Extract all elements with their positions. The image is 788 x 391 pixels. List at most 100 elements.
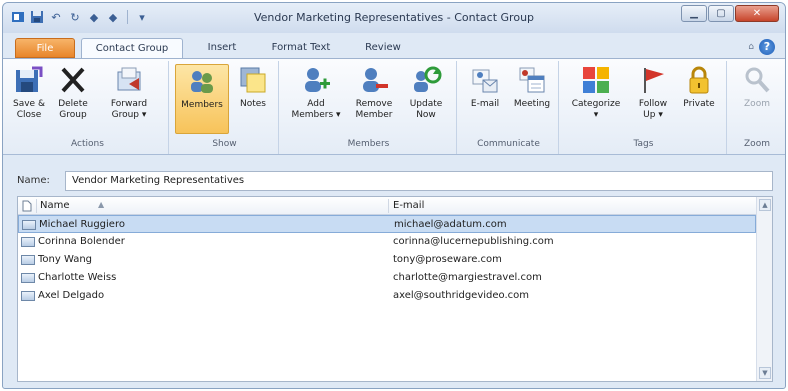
tab-contact-group[interactable]: Contact Group <box>81 38 183 58</box>
update-now-button[interactable]: Update Now <box>403 64 449 121</box>
table-row[interactable]: Axel Delgado axel@southridgevideo.com <box>18 287 756 305</box>
header-divider <box>36 199 37 213</box>
contact-icon <box>21 237 35 247</box>
update-now-label-1: Update <box>409 99 443 109</box>
delete-group-label-2: Group <box>59 110 87 120</box>
meeting-button[interactable]: Meeting <box>509 64 555 110</box>
categorize-icon <box>580 64 612 96</box>
meeting-icon <box>516 64 548 96</box>
contact-icon <box>21 255 35 265</box>
table-row[interactable]: Michael Ruggiero michael@adatum.com <box>18 215 756 233</box>
name-label: Name: <box>17 175 50 186</box>
name-column-header[interactable]: Name <box>40 200 70 211</box>
page-icon[interactable] <box>22 200 32 215</box>
categorize-label-1: Categorize <box>571 99 621 109</box>
email-column-header[interactable]: E-mail <box>393 200 424 211</box>
add-member-icon <box>300 64 332 96</box>
tab-format-text[interactable]: Format Text <box>261 38 341 58</box>
minimize-ribbon-icon[interactable]: ⌂ <box>748 42 754 52</box>
help-icon[interactable]: ? <box>759 39 775 55</box>
group-members: Add Members ▾ Remove Member Update Now M… <box>281 61 457 154</box>
tab-insert[interactable]: Insert <box>197 38 247 58</box>
email-icon <box>469 64 501 96</box>
remove-member-label-1: Remove <box>355 99 393 109</box>
save-close-label-2: Close <box>16 110 42 120</box>
add-members-label-2: Members ▾ <box>291 110 341 120</box>
close-button[interactable]: ✕ <box>735 5 779 22</box>
notes-label: Notes <box>240 99 266 109</box>
tab-file[interactable]: File <box>15 38 75 58</box>
member-name: Tony Wang <box>38 254 93 265</box>
group-label-members: Members <box>347 139 390 149</box>
forward-group-button[interactable]: Forward Group ▾ <box>101 64 157 121</box>
categorize-button[interactable]: Categorize ▾ <box>565 64 627 121</box>
vertical-scrollbar[interactable]: ▲ ▼ <box>756 197 772 381</box>
member-name: Michael Ruggiero <box>39 219 125 230</box>
private-button[interactable]: Private <box>677 64 721 110</box>
member-name: Charlotte Weiss <box>38 272 117 283</box>
add-members-button[interactable]: Add Members ▾ <box>287 64 345 121</box>
sort-ascending-icon: ▲ <box>98 200 105 209</box>
minimize-button[interactable]: ▁ <box>681 5 707 22</box>
flag-icon <box>637 64 669 96</box>
contact-icon <box>22 220 36 230</box>
window-controls: ▁ ▢ ✕ <box>681 5 779 22</box>
table-row[interactable]: Charlotte Weiss charlotte@margiestravel.… <box>18 269 756 287</box>
save-close-label-1: Save & <box>13 99 45 109</box>
remove-member-icon <box>358 64 390 96</box>
contact-icon <box>21 291 35 301</box>
list-rows: Michael Ruggiero michael@adatum.com Cori… <box>18 215 756 305</box>
delete-group-button[interactable]: Delete Group <box>53 64 93 121</box>
window-title: Vendor Marketing Representatives - Conta… <box>253 11 535 24</box>
maximize-button[interactable]: ▢ <box>708 5 734 22</box>
forward-group-label-2: Group ▾ <box>111 110 147 120</box>
group-label-tags: Tags <box>633 139 654 149</box>
follow-up-label-2: Up ▾ <box>643 110 663 120</box>
member-email: tony@proseware.com <box>393 254 502 265</box>
member-email: michael@adatum.com <box>394 219 507 230</box>
zoom-button[interactable]: Zoom <box>735 64 779 110</box>
group-label-zoom: Zoom <box>744 139 770 149</box>
save-close-icon <box>13 64 45 96</box>
table-row[interactable]: Corinna Bolender corinna@lucernepublishi… <box>18 233 756 251</box>
delete-icon <box>57 64 89 96</box>
save-close-button[interactable]: Save & Close <box>9 64 49 121</box>
header-divider <box>388 199 389 213</box>
group-label-show: Show <box>212 139 237 149</box>
member-email: corinna@lucernepublishing.com <box>393 236 554 247</box>
delete-group-label-1: Delete <box>58 99 88 109</box>
scroll-up-icon[interactable]: ▲ <box>759 199 771 211</box>
lock-icon <box>683 64 715 96</box>
follow-up-label-1: Follow <box>638 99 668 109</box>
scroll-down-icon[interactable]: ▼ <box>759 367 771 379</box>
forward-group-label-1: Forward <box>110 99 148 109</box>
magnifier-icon <box>741 64 773 96</box>
notes-icon <box>237 64 269 96</box>
name-row: Name: Vendor Marketing Representatives <box>17 171 773 191</box>
add-members-label-1: Add <box>307 99 325 109</box>
member-name: Axel Delgado <box>38 290 105 301</box>
meeting-label: Meeting <box>513 99 551 109</box>
group-name-input[interactable]: Vendor Marketing Representatives <box>65 171 773 191</box>
update-now-icon <box>410 64 442 96</box>
follow-up-button[interactable]: Follow Up ▾ <box>631 64 675 121</box>
categorize-label-2: ▾ <box>593 110 599 120</box>
members-view-button[interactable]: Members <box>175 64 229 134</box>
tab-review[interactable]: Review <box>355 38 411 58</box>
contact-icon <box>21 273 35 283</box>
group-zoom: Zoom Zoom <box>729 61 785 154</box>
table-row[interactable]: Tony Wang tony@proseware.com <box>18 251 756 269</box>
forward-group-icon <box>113 64 145 96</box>
title-bar: ↶ ↻ ◆ ◆ ▾ Vendor Marketing Representativ… <box>3 3 785 33</box>
ribbon-tabs: File Contact Group Insert Format Text Re… <box>3 34 785 58</box>
group-communicate: E-mail Meeting Communicate <box>459 61 559 154</box>
notes-button[interactable]: Notes <box>231 64 275 110</box>
member-name: Corinna Bolender <box>38 236 125 247</box>
email-button[interactable]: E-mail <box>463 64 507 110</box>
group-tags: Categorize ▾ Follow Up ▾ Private Tags <box>561 61 727 154</box>
remove-member-button[interactable]: Remove Member <box>349 64 399 121</box>
members-view-label: Members <box>181 100 223 110</box>
private-label: Private <box>683 99 715 109</box>
members-list: Name ▲ E-mail Michael Ruggiero michael@a… <box>17 196 773 382</box>
email-label: E-mail <box>470 99 500 109</box>
